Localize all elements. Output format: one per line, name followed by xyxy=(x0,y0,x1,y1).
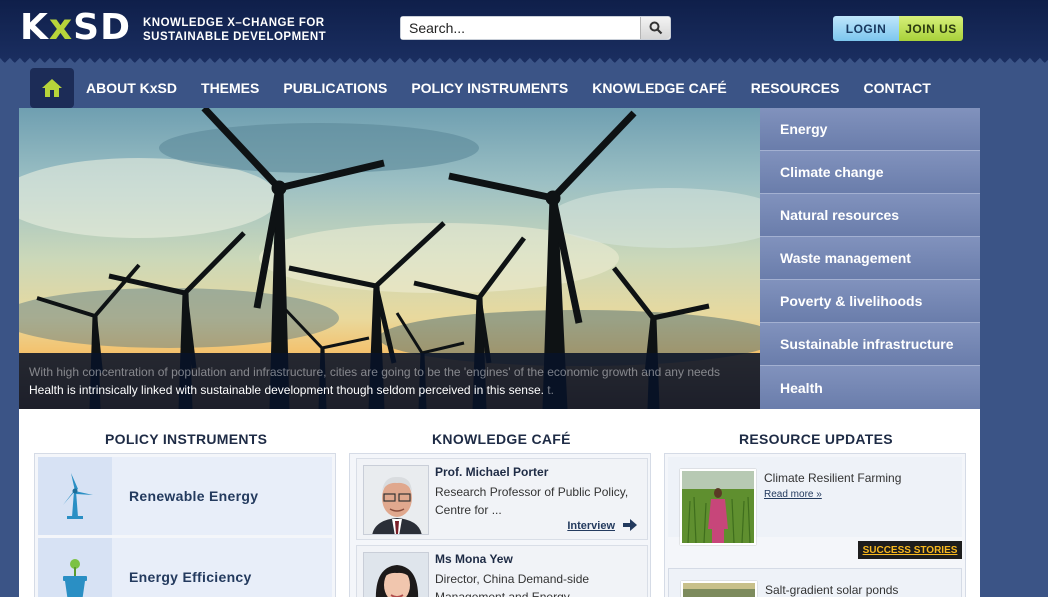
hero-caption-line-2: Health is intrinsically linked with sust… xyxy=(29,383,554,397)
resource-title[interactable]: Salt-gradient solar ponds xyxy=(765,583,898,597)
nav-publications[interactable]: PUBLICATIONS xyxy=(283,80,387,96)
resource-card[interactable]: Salt-gradient solar ponds xyxy=(668,568,962,597)
arrow-right-icon[interactable] xyxy=(623,519,637,531)
solar-pond-photo xyxy=(681,581,757,597)
auth-buttons: LOGIN JOIN US xyxy=(833,16,963,41)
person-description: Director, China Demand-side Management a… xyxy=(435,572,590,597)
plant-pot-icon xyxy=(63,559,87,597)
nav-contact[interactable]: CONTACT xyxy=(863,80,930,96)
main-nav: ABOUT KxSD THEMES PUBLICATIONS POLICY IN… xyxy=(30,68,955,108)
wind-turbine-icon xyxy=(63,473,93,519)
nav-themes[interactable]: THEMES xyxy=(201,80,259,96)
hero-banner[interactable]: With high concentration of population an… xyxy=(19,108,760,409)
nav-about[interactable]: ABOUT KxSD xyxy=(86,80,177,96)
success-stories-badge[interactable]: SUCCESS STORIES xyxy=(858,541,962,559)
join-us-button[interactable]: JOIN US xyxy=(899,16,963,41)
theme-climate-change[interactable]: Climate change xyxy=(760,151,980,194)
resource-title[interactable]: Climate Resilient Farming xyxy=(764,471,901,485)
policy-icon-box xyxy=(38,457,112,535)
hero-caption: With high concentration of population an… xyxy=(19,353,760,409)
person-photo xyxy=(363,552,429,597)
resource-card[interactable]: Climate Resilient Farming Read more » xyxy=(668,457,962,545)
cafe-card[interactable]: Ms Mona Yew Director, China Demand-side … xyxy=(356,545,648,597)
cafe-card[interactable]: Prof. Michael Porter Research Professor … xyxy=(356,458,648,540)
site-header: KxSD KNOWLEDGE X–CHANGE FOR SUSTAINABLE … xyxy=(0,0,1048,60)
interview-link[interactable]: Interview xyxy=(567,520,615,532)
nav-knowledge-cafe[interactable]: KNOWLEDGE CAFÉ xyxy=(592,80,727,96)
nav-policy-instruments[interactable]: POLICY INSTRUMENTS xyxy=(411,80,568,96)
search-icon xyxy=(649,21,662,35)
themes-menu: Energy Climate change Natural resources … xyxy=(760,108,980,409)
person-description: Research Professor of Public Policy, Cen… xyxy=(435,485,629,517)
site-tagline: KNOWLEDGE X–CHANGE FOR SUSTAINABLE DEVEL… xyxy=(143,16,326,44)
resource-updates-heading: RESOURCE UPDATES xyxy=(739,431,893,447)
tagline-line-1: KNOWLEDGE X–CHANGE FOR xyxy=(143,17,325,29)
farming-photo xyxy=(680,469,756,545)
search-input[interactable] xyxy=(401,17,640,39)
home-button[interactable] xyxy=(30,68,74,108)
policy-icon-box xyxy=(38,538,112,597)
nav-resources[interactable]: RESOURCES xyxy=(751,80,840,96)
person-name[interactable]: Ms Mona Yew xyxy=(435,552,513,566)
person-photo xyxy=(363,465,429,535)
person-name[interactable]: Prof. Michael Porter xyxy=(435,465,548,479)
search-button[interactable] xyxy=(640,17,670,39)
site-logo[interactable]: KxSD xyxy=(20,10,131,46)
theme-natural-resources[interactable]: Natural resources xyxy=(760,194,980,237)
policy-item-label: Energy Efficiency xyxy=(129,569,252,585)
knowledge-cafe-heading: KNOWLEDGE CAFÉ xyxy=(432,431,571,447)
theme-sustainable-infrastructure[interactable]: Sustainable infrastructure xyxy=(760,323,980,366)
header-zigzag-divider xyxy=(0,58,1048,68)
policy-item-energy-efficiency[interactable]: Energy Efficiency xyxy=(38,538,332,597)
tagline-line-2: SUSTAINABLE DEVELOPMENT xyxy=(143,31,327,43)
login-button[interactable]: LOGIN xyxy=(833,16,899,41)
read-more-link[interactable]: Read more » xyxy=(764,489,822,500)
theme-poverty-livelihoods[interactable]: Poverty & livelihoods xyxy=(760,280,980,323)
theme-health[interactable]: Health xyxy=(760,366,980,409)
search-box xyxy=(400,16,671,40)
theme-energy[interactable]: Energy xyxy=(760,108,980,151)
home-icon xyxy=(42,79,62,97)
hero-caption-line-1: With high concentration of population an… xyxy=(29,365,721,379)
policy-instruments-heading: POLICY INSTRUMENTS xyxy=(105,431,268,447)
theme-waste-management[interactable]: Waste management xyxy=(760,237,980,280)
policy-item-renewable-energy[interactable]: Renewable Energy xyxy=(38,457,332,535)
policy-item-label: Renewable Energy xyxy=(129,488,259,504)
logo-text: KxSD xyxy=(20,7,131,48)
